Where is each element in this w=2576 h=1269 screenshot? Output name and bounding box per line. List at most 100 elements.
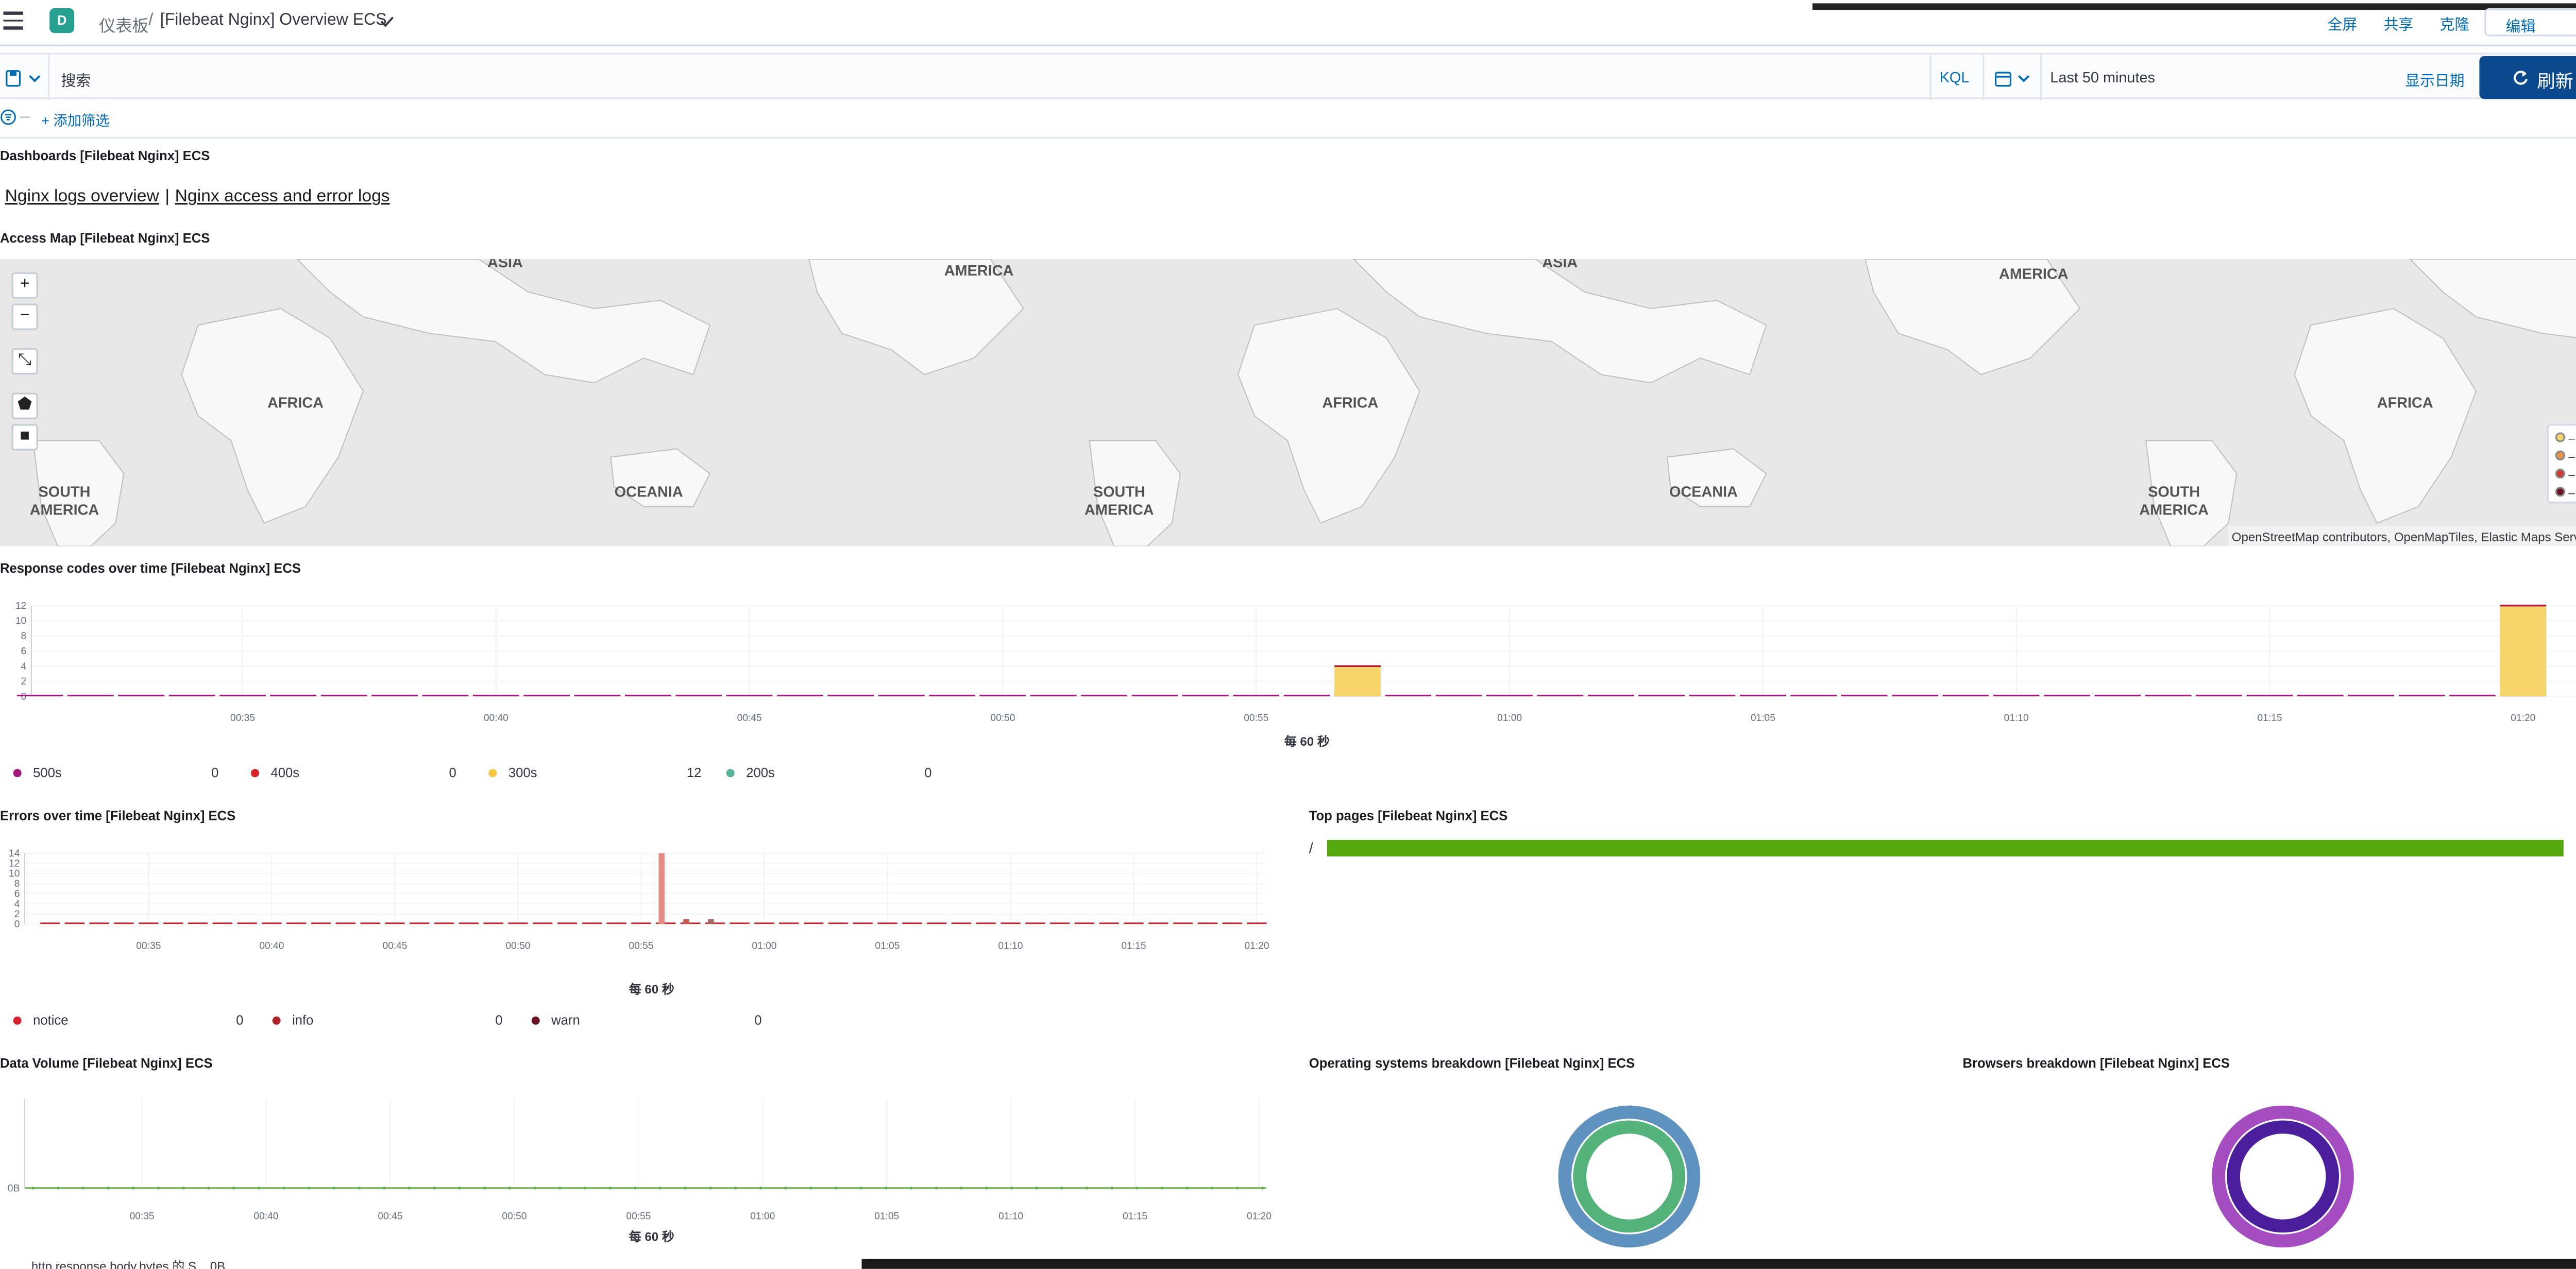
series-point[interactable] <box>31 1186 35 1190</box>
bar-300s[interactable] <box>1334 666 1381 697</box>
series-point[interactable] <box>458 1186 461 1190</box>
series-point[interactable] <box>583 1186 587 1190</box>
legend-text: – <box>2568 452 2575 464</box>
series-point[interactable] <box>834 1186 838 1190</box>
series-point[interactable] <box>232 1186 235 1190</box>
series-point[interactable] <box>909 1186 913 1190</box>
errors-chart[interactable]: 00:35 00:40 00:45 00:50 00:55 01:00 01:05 01:10… <box>0 842 1287 977</box>
share-link[interactable]: 共享 <box>2384 13 2414 35</box>
series-point[interactable] <box>734 1186 737 1190</box>
bar-info[interactable] <box>683 919 689 924</box>
legend-item-500s[interactable]: 500s 0 <box>13 766 245 785</box>
series-point[interactable] <box>257 1186 261 1190</box>
fit-bounds-button[interactable]: ⤡ <box>11 348 38 375</box>
draw-rectangle-button[interactable]: ■ <box>11 424 38 451</box>
series-point[interactable] <box>1060 1186 1063 1190</box>
series-point[interactable] <box>383 1186 386 1190</box>
series-point[interactable] <box>859 1186 863 1190</box>
series-point[interactable] <box>408 1186 411 1190</box>
series-point[interactable] <box>508 1186 512 1190</box>
quick-menu-button[interactable] <box>1994 67 2033 87</box>
series-point[interactable] <box>985 1186 988 1190</box>
legend-item-400s[interactable]: 400s 0 <box>251 766 482 785</box>
series-point[interactable] <box>483 1186 486 1190</box>
kql-toggle[interactable]: KQL <box>1940 70 1970 86</box>
series-point[interactable] <box>885 1186 888 1190</box>
series-point[interactable] <box>1261 1186 1264 1190</box>
series-point[interactable] <box>1235 1186 1239 1190</box>
series-point[interactable] <box>709 1186 712 1190</box>
series-point[interactable] <box>960 1186 963 1190</box>
bar-300s[interactable] <box>2500 605 2547 697</box>
series-point[interactable] <box>332 1186 336 1190</box>
series-point[interactable] <box>157 1186 160 1190</box>
legend-item-warn[interactable]: warn 0 <box>531 1013 779 1033</box>
series-point[interactable] <box>282 1186 285 1190</box>
clone-link[interactable]: 克隆 <box>2440 13 2470 35</box>
breadcrumb-dashboards[interactable]: 仪表板 <box>99 11 148 36</box>
legend-item-300s[interactable]: 300s 12 <box>488 766 720 785</box>
series-point[interactable] <box>684 1186 687 1190</box>
add-filter-link[interactable]: + 添加筛选 <box>41 111 109 130</box>
nginx-logs-overview-link[interactable]: Nginx logs overview <box>5 186 159 206</box>
series-point[interactable] <box>658 1186 662 1190</box>
series-point[interactable] <box>182 1186 185 1190</box>
series-point[interactable] <box>307 1186 311 1190</box>
edit-button[interactable]: 编辑 <box>2484 8 2576 37</box>
series-point[interactable] <box>81 1186 85 1190</box>
page-bar-track <box>1327 839 2564 856</box>
check-icon[interactable] <box>380 15 395 28</box>
data-volume-chart[interactable]: 00:35 00:40 00:45 00:50 00:55 01:00 01:05 01:10… <box>0 1086 1287 1231</box>
series-point[interactable] <box>634 1186 637 1190</box>
saved-query-button[interactable] <box>5 67 45 87</box>
series-point[interactable] <box>809 1186 812 1190</box>
series-point[interactable] <box>358 1186 361 1190</box>
legend-name: 500s <box>33 765 62 781</box>
series-point[interactable] <box>784 1186 787 1190</box>
series-point[interactable] <box>759 1186 762 1190</box>
search-input[interactable]: 搜索 <box>61 70 91 91</box>
world-map[interactable]: ASIA AMERICA ASIA AMERICA AFRICA AFRICA AFRICA… <box>0 259 2576 546</box>
inner-ring[interactable] <box>1573 1120 1686 1233</box>
series-point[interactable] <box>558 1186 562 1190</box>
series-point[interactable] <box>56 1186 60 1190</box>
response-codes-chart[interactable]: 00:35 00:40 00:45 00:50 00:55 01:00 01:05 01:10… <box>0 591 2576 749</box>
series-point[interactable] <box>1211 1186 1214 1190</box>
inner-ring[interactable] <box>2227 1120 2340 1233</box>
series-point[interactable] <box>433 1186 436 1190</box>
series-point[interactable] <box>1110 1186 1114 1190</box>
zoom-in-button[interactable]: + <box>11 272 38 299</box>
series-point[interactable] <box>1136 1186 1139 1190</box>
page-bar[interactable] <box>1327 839 2564 856</box>
series-point[interactable] <box>1085 1186 1089 1190</box>
bar-notice[interactable] <box>658 853 665 924</box>
menu-icon[interactable] <box>3 11 23 31</box>
space-avatar[interactable]: D <box>49 8 75 33</box>
legend-item-notice[interactable]: notice 0 <box>13 1013 261 1033</box>
os-donut-chart[interactable] <box>1552 1099 1707 1254</box>
x-tick-label: 01:15 <box>1123 1211 1147 1222</box>
zoom-out-button[interactable]: − <box>11 303 38 330</box>
bar-warn[interactable] <box>708 919 714 924</box>
page-label: / <box>1309 839 1313 856</box>
filter-options-icon[interactable] <box>0 109 33 127</box>
full-screen-link[interactable]: 全屏 <box>2328 13 2358 35</box>
legend-item-200s[interactable]: 200s 0 <box>726 766 958 785</box>
time-range-text[interactable]: Last 50 minutes <box>2050 70 2155 86</box>
legend-item-info[interactable]: info 0 <box>272 1013 520 1033</box>
draw-polygon-button[interactable]: ⬟ <box>11 392 38 419</box>
show-dates-link[interactable]: 显示日期 <box>2405 70 2464 91</box>
series-point[interactable] <box>608 1186 612 1190</box>
series-point[interactable] <box>935 1186 938 1190</box>
series-point[interactable] <box>1160 1186 1164 1190</box>
series-point[interactable] <box>1010 1186 1013 1190</box>
series-point[interactable] <box>1185 1186 1189 1190</box>
series-point[interactable] <box>207 1186 210 1190</box>
series-point[interactable] <box>533 1186 536 1190</box>
series-point[interactable] <box>107 1186 110 1190</box>
browsers-donut-chart[interactable] <box>2206 1099 2361 1254</box>
series-point[interactable] <box>131 1186 135 1190</box>
nginx-access-error-logs-link[interactable]: Nginx access and error logs <box>175 186 390 206</box>
refresh-button[interactable]: 刷新 <box>2479 56 2576 99</box>
series-point[interactable] <box>1035 1186 1038 1190</box>
